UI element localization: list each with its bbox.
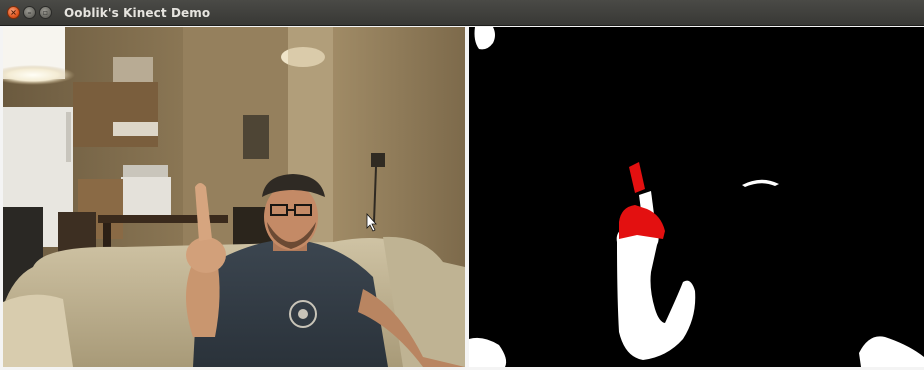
- camera-feed-image: [3, 27, 465, 367]
- window-title: Ooblik's Kinect Demo: [64, 5, 211, 20]
- close-icon[interactable]: ×: [7, 6, 20, 19]
- camera-feed: [3, 27, 465, 367]
- depth-mask: [469, 27, 924, 367]
- minimize-icon[interactable]: –: [23, 6, 36, 19]
- window-controls: × – ▫: [7, 6, 52, 19]
- title-bar[interactable]: × – ▫ Ooblik's Kinect Demo: [0, 0, 924, 26]
- app-window: × – ▫ Ooblik's Kinect Demo: [0, 0, 924, 370]
- depth-mask-image: [469, 27, 924, 367]
- maximize-icon[interactable]: ▫: [39, 6, 52, 19]
